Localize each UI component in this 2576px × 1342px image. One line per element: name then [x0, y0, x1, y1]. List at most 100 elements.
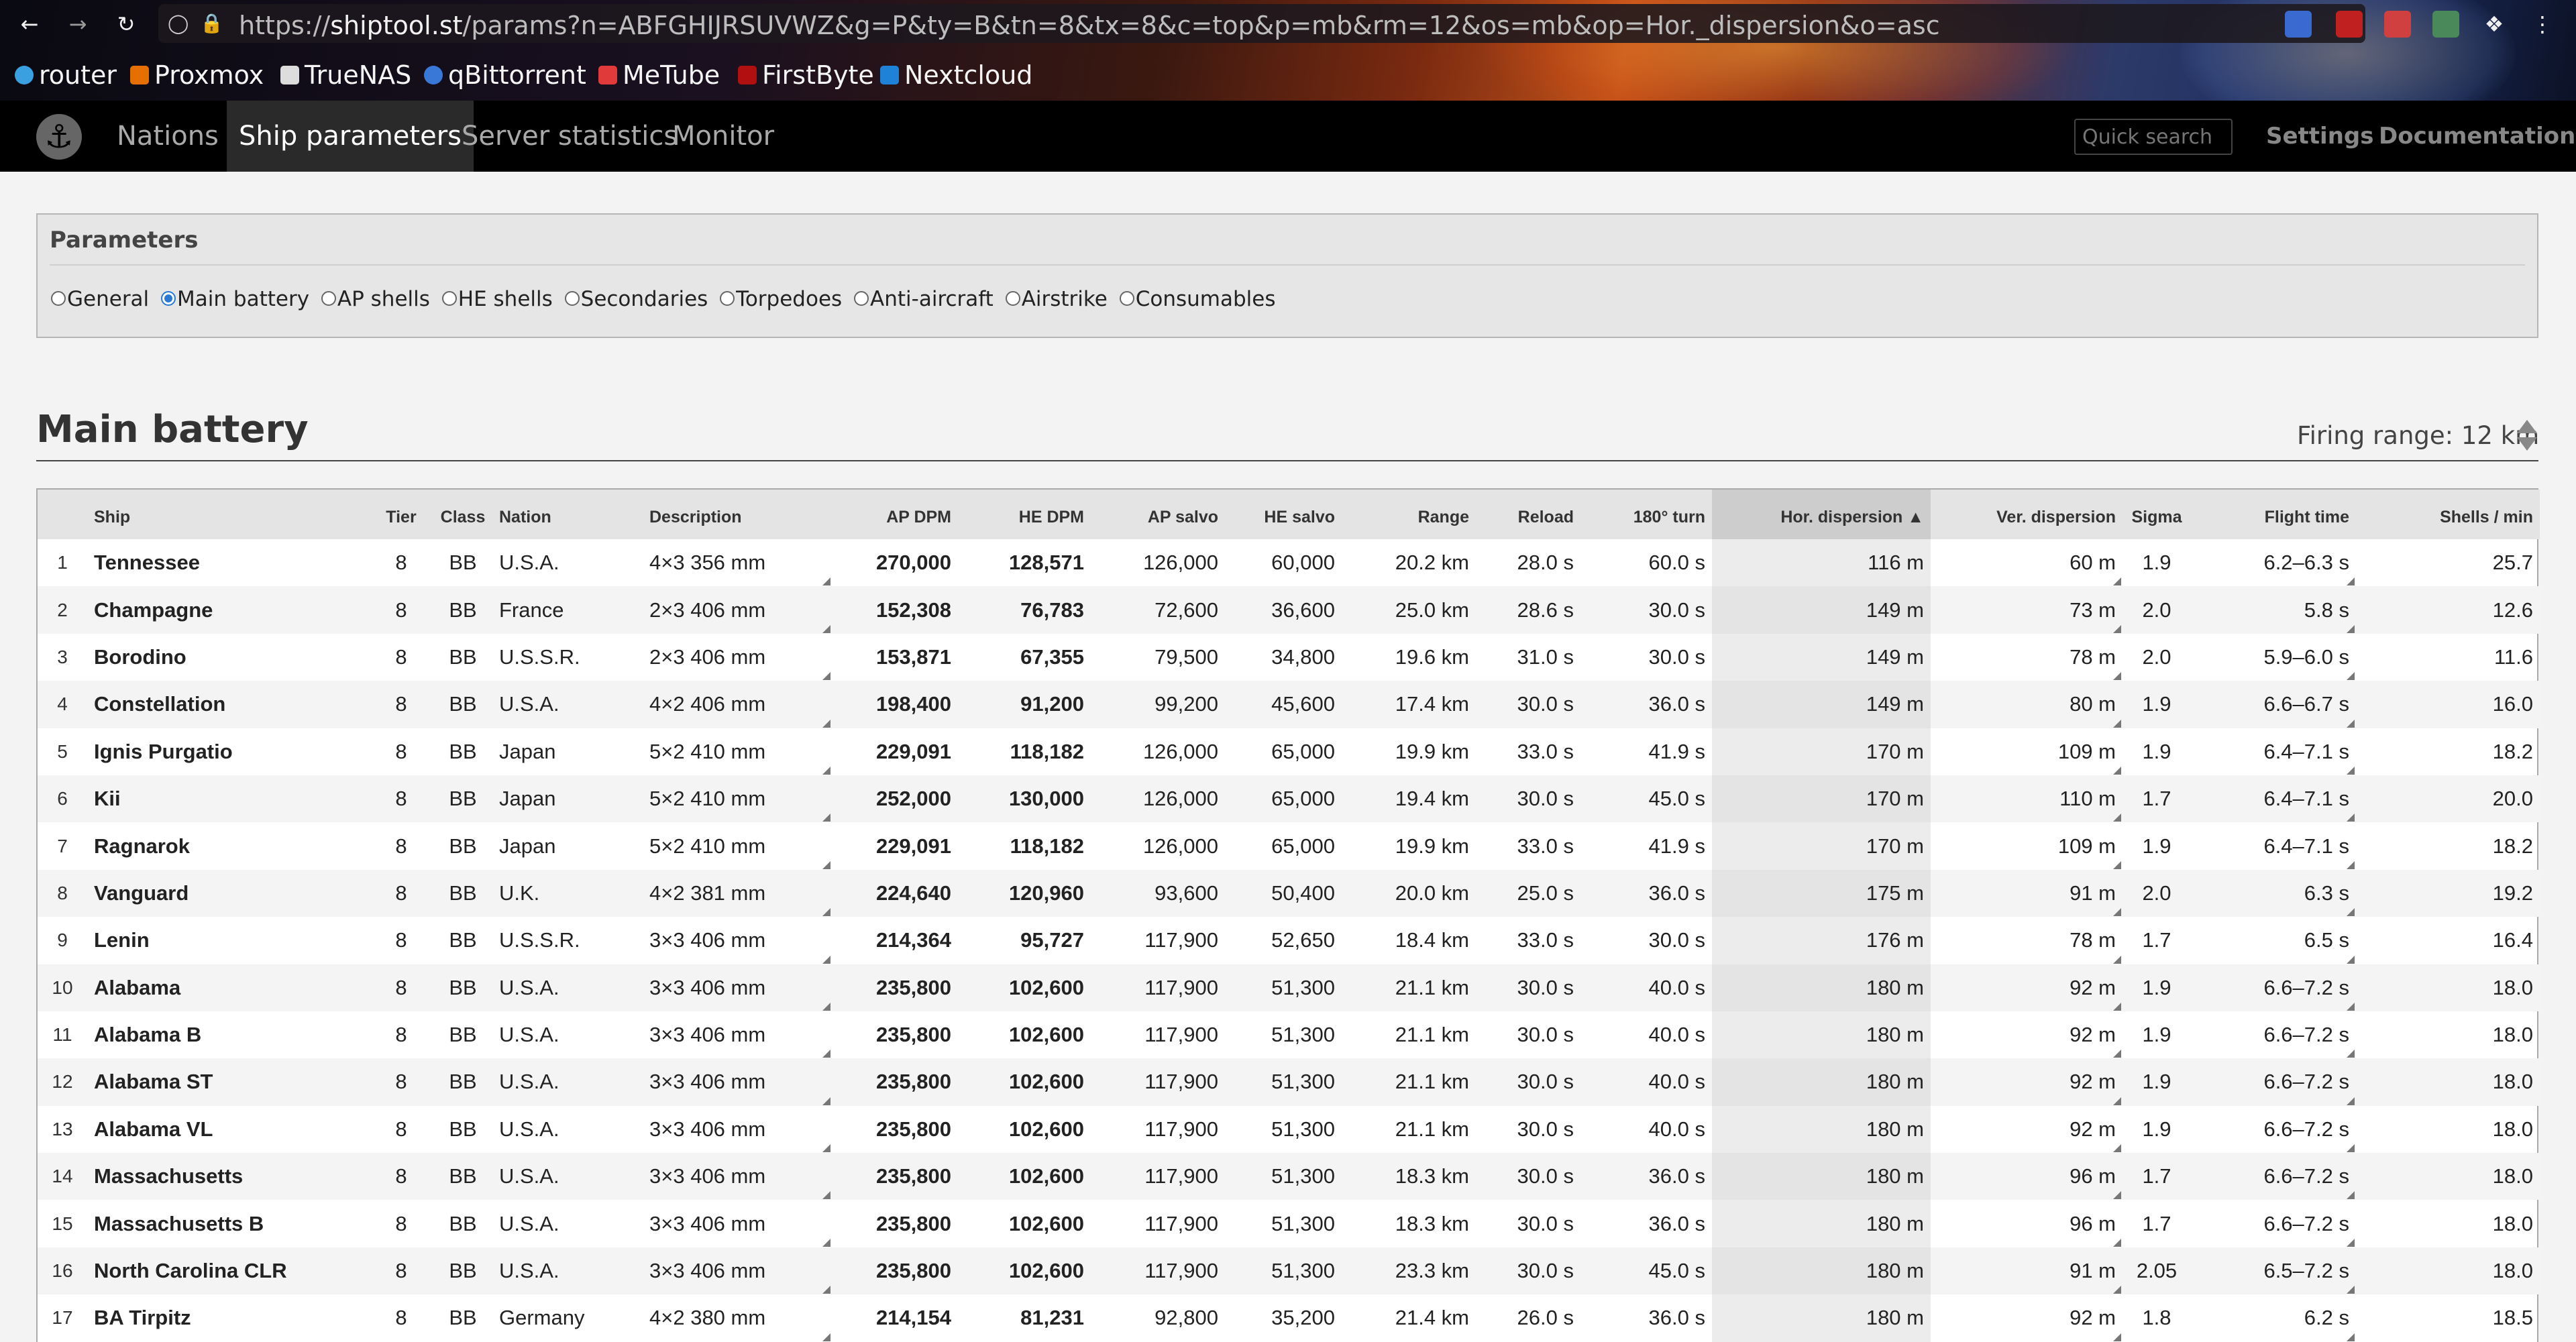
table-row[interactable]: 7 Ragnarok 8 BB Japan 5×2 410 mm 229,091 118,18…	[38, 822, 2540, 870]
column-header-hor-dispersion[interactable]: Hor. dispersion ▲	[1712, 490, 1931, 539]
radio-circle[interactable]	[854, 290, 869, 306]
bookmark-truenas[interactable]: TrueNAS	[280, 56, 411, 94]
extensions-puzzle-icon[interactable]: ❖	[2479, 9, 2509, 39]
radio-circle[interactable]	[1119, 290, 1134, 306]
radio-circle[interactable]	[51, 290, 66, 306]
bookmark-qbittorrent[interactable]: qBittorrent	[424, 56, 586, 94]
decrease-icon[interactable]	[2517, 437, 2537, 451]
table-row[interactable]: 15 Massachusetts B 8 BB U.S.A. 3×3 406 mm 235,…	[38, 1200, 2540, 1247]
ship-name-link[interactable]: North Carolina CLR	[87, 1247, 369, 1295]
ship-name-link[interactable]: Ragnarok	[87, 822, 369, 869]
ship-name-link[interactable]: Kii	[87, 775, 369, 823]
bookmark-metube[interactable]: MeTube	[598, 56, 720, 94]
extension-icon[interactable]	[2432, 11, 2459, 38]
table-row[interactable]: 8 Vanguard 8 BB U.K. 4×2 381 mm 224,640 120,960…	[38, 869, 2540, 917]
column-header-ship[interactable]: Ship	[87, 490, 369, 539]
radio-secondaries[interactable]: Secondaries	[564, 287, 708, 311]
column-header-tier[interactable]: Tier	[369, 490, 433, 539]
bookmark-router[interactable]: router	[15, 56, 117, 94]
nav-server-statistics[interactable]: Server statistics	[449, 101, 690, 172]
column-header-turn-180[interactable]: 180° turn	[1580, 490, 1712, 539]
radio-torpedoes[interactable]: Torpedoes	[720, 287, 842, 311]
table-row[interactable]: 17 BA Tirpitz 8 BB Germany 4×2 380 mm 214,154 8…	[38, 1294, 2540, 1342]
ship-name-link[interactable]: Massachusetts	[87, 1153, 369, 1200]
radio-ap-shells[interactable]: AP shells	[321, 287, 430, 311]
column-header-reload[interactable]: Reload	[1476, 490, 1580, 539]
column-header-he-salvo[interactable]: HE salvo	[1225, 490, 1342, 539]
table-row[interactable]: 10 Alabama 8 BB U.S.A. 3×3 406 mm 235,800 102,6…	[38, 964, 2540, 1011]
ship-name-link[interactable]: Champagne	[87, 586, 369, 634]
anchor-logo-icon[interactable]: ⚓	[36, 114, 82, 160]
column-header-range[interactable]: Range	[1342, 490, 1476, 539]
ship-name-link[interactable]: Vanguard	[87, 869, 369, 917]
column-header-flight-time[interactable]: Flight time	[2191, 490, 2356, 539]
table-row[interactable]: 2 Champagne 8 BB France 2×3 406 mm 152,308 76,7…	[38, 586, 2540, 634]
table-row[interactable]: 14 Massachusetts 8 BB U.S.A. 3×3 406 mm 235,80…	[38, 1153, 2540, 1200]
ship-name-link[interactable]: Massachusetts B	[87, 1200, 369, 1247]
nav-monitor[interactable]: Monitor	[660, 101, 786, 172]
firing-range-spinner[interactable]	[2517, 418, 2537, 456]
bookmark-firstbyte[interactable]: FirstByte	[738, 56, 874, 94]
radio-circle-checked[interactable]	[161, 290, 176, 306]
increase-icon[interactable]	[2517, 420, 2537, 433]
ship-name-link[interactable]: Alabama ST	[87, 1058, 369, 1106]
radio-circle[interactable]	[321, 290, 336, 306]
radio-main-battery[interactable]: Main battery	[161, 287, 309, 311]
column-header-shells-per-min[interactable]: Shells / min	[2356, 490, 2540, 539]
extension-icon[interactable]	[2285, 11, 2312, 38]
radio-circle[interactable]	[720, 290, 735, 306]
ship-name-link[interactable]: Alabama VL	[87, 1106, 369, 1153]
lock-icon[interactable]: 🔒	[200, 12, 223, 34]
table-row[interactable]: 4 Constellation 8 BB U.S.A. 4×2 406 mm 198,400…	[38, 681, 2540, 728]
nav-documentation[interactable]: Documentation	[2379, 101, 2575, 172]
table-row[interactable]: 13 Alabama VL 8 BB U.S.A. 3×3 406 mm 235,800 10…	[38, 1105, 2540, 1154]
column-header-he-dpm[interactable]: HE DPM	[958, 490, 1091, 539]
shield-icon[interactable]: ◯	[168, 12, 189, 34]
ship-name-link[interactable]: Constellation	[87, 681, 369, 728]
ublock-icon[interactable]	[2336, 11, 2363, 38]
table-row[interactable]: 1 Tennessee 8 BB U.S.A. 4×3 356 mm 270,000 128,…	[38, 539, 2540, 587]
reload-icon[interactable]: ↻	[111, 9, 141, 39]
ship-name-link[interactable]: Tennessee	[87, 539, 369, 586]
column-header-ap-dpm[interactable]: AP DPM	[832, 490, 958, 539]
column-header-index[interactable]	[38, 490, 87, 539]
ship-name-link[interactable]: Ignis Purgatio	[87, 728, 369, 775]
menu-icon[interactable]: ⋮	[2528, 9, 2557, 39]
column-header-nation[interactable]: Nation	[492, 490, 643, 539]
radio-circle[interactable]	[564, 290, 580, 306]
radio-circle[interactable]	[1005, 290, 1020, 306]
bookmark-nextcloud[interactable]: Nextcloud	[880, 56, 1032, 94]
radio-anti-aircraft[interactable]: Anti-aircraft	[854, 287, 994, 311]
ship-name-link[interactable]: BA Tirpitz	[87, 1294, 369, 1341]
table-row[interactable]: 6 Kii 8 BB Japan 5×2 410 mm 252,000 130,000 126,…	[38, 775, 2540, 823]
bookmark-proxmox[interactable]: Proxmox	[130, 56, 264, 94]
address-bar[interactable]: ◯ 🔒 https://shiptool.st/params?n=ABFGHIJ…	[158, 4, 2365, 43]
ship-name-link[interactable]: Alabama B	[87, 1011, 369, 1058]
radio-he-shells[interactable]: HE shells	[441, 287, 553, 311]
nav-ship-parameters[interactable]: Ship parameters	[227, 101, 474, 172]
ship-name-link[interactable]: Alabama	[87, 964, 369, 1011]
radio-general[interactable]: General	[51, 287, 149, 311]
table-row[interactable]: 3 Borodino 8 BB U.S.S.R. 2×3 406 mm 153,871 67,…	[38, 633, 2540, 681]
ship-name-link[interactable]: Lenin	[87, 917, 369, 964]
radio-consumables[interactable]: Consumables	[1119, 287, 1275, 311]
nav-settings[interactable]: Settings	[2266, 101, 2374, 172]
column-header-ver-dispersion[interactable]: Ver. dispersion	[1931, 490, 2123, 539]
table-row[interactable]: 12 Alabama ST 8 BB U.S.A. 3×3 406 mm 235,800 10…	[38, 1058, 2540, 1106]
radio-circle[interactable]	[441, 290, 457, 306]
url-text[interactable]: https://shiptool.st/params?n=ABFGHIJRSUV…	[239, 11, 1940, 40]
radio-airstrike[interactable]: Airstrike	[1005, 287, 1108, 311]
ship-name-link[interactable]: Borodino	[87, 634, 369, 681]
table-row[interactable]: 11 Alabama B 8 BB U.S.A. 3×3 406 mm 235,800 102…	[38, 1011, 2540, 1059]
column-header-ap-salvo[interactable]: AP salvo	[1091, 490, 1225, 539]
quick-search-input[interactable]	[2074, 119, 2233, 155]
table-row[interactable]: 9 Lenin 8 BB U.S.S.R. 3×3 406 mm 214,364 95,727…	[38, 917, 2540, 964]
column-header-class[interactable]: Class	[433, 490, 492, 539]
table-row[interactable]: 16 North Carolina CLR 8 BB U.S.A. 3×3 406 mm 2…	[38, 1247, 2540, 1295]
column-header-description[interactable]: Description	[643, 490, 832, 539]
back-icon[interactable]: ←	[15, 9, 44, 39]
table-row[interactable]: 5 Ignis Purgatio 8 BB Japan 5×2 410 mm 229,091…	[38, 728, 2540, 775]
nav-nations[interactable]: Nations	[105, 101, 231, 172]
extension-icon[interactable]	[2384, 11, 2411, 38]
forward-icon[interactable]: →	[63, 9, 93, 39]
